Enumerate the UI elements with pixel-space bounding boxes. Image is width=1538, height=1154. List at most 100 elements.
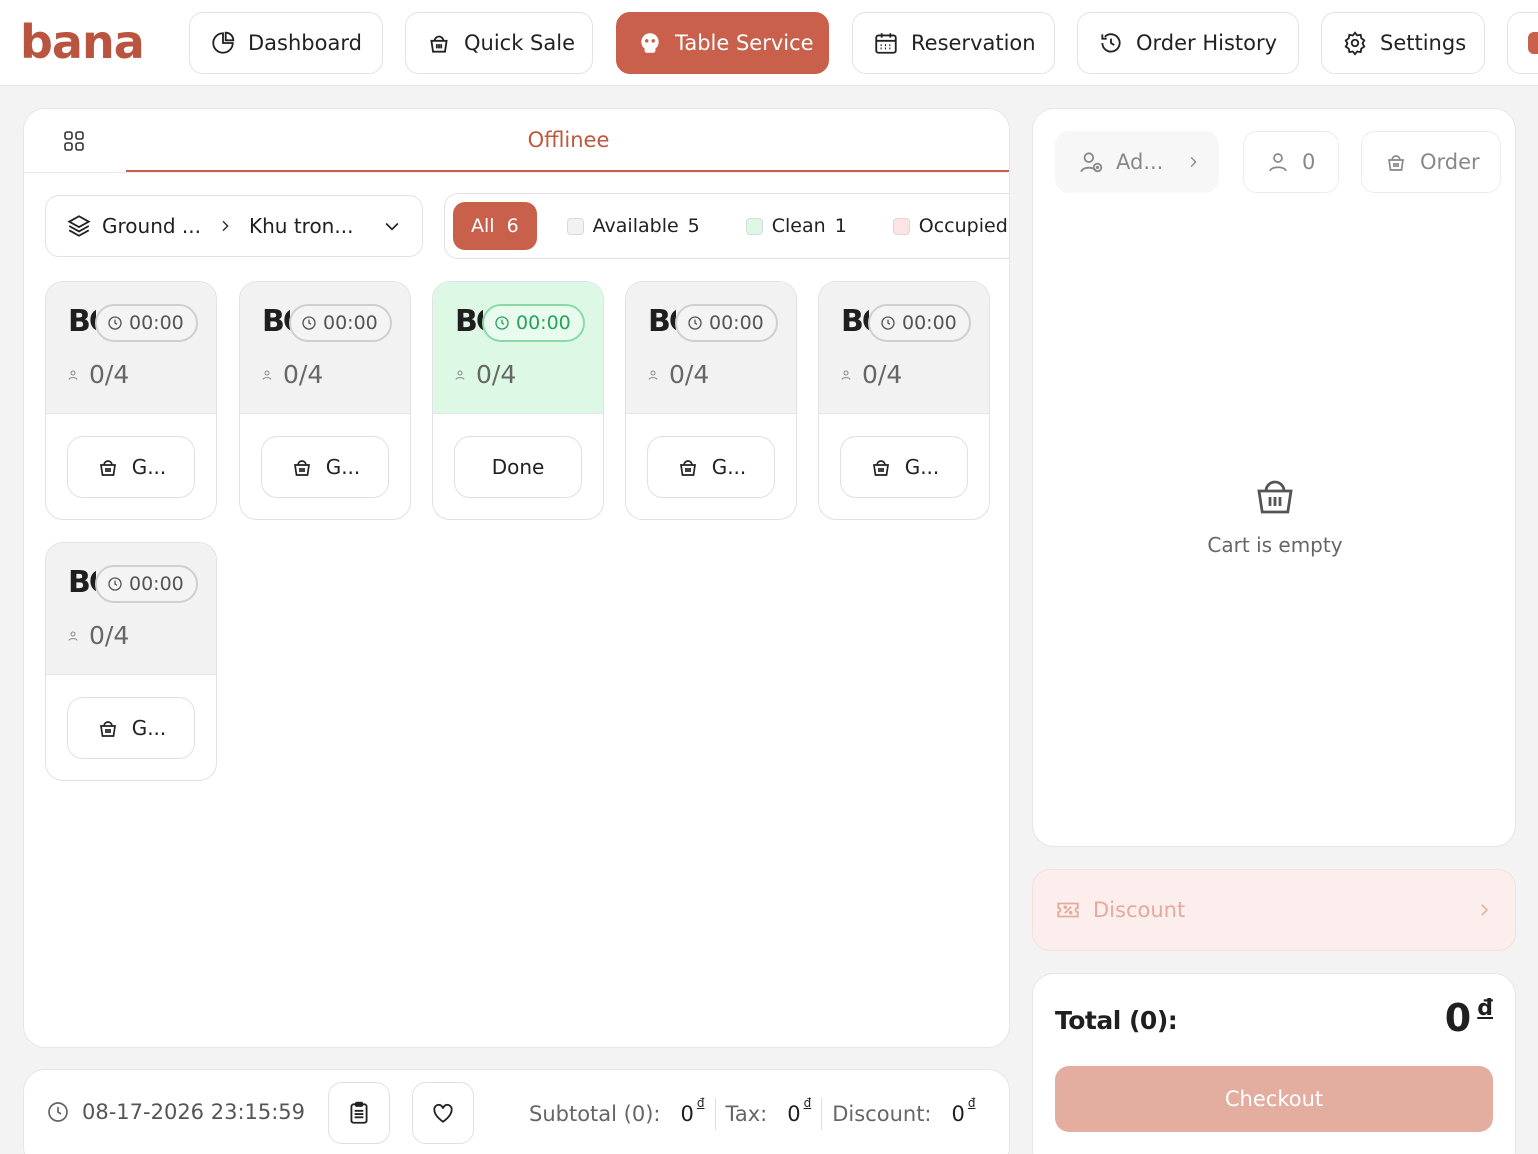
divider [714,1098,716,1130]
occupied-swatch [892,217,910,235]
basket-icon [290,455,314,479]
clock-icon [107,315,123,331]
table-action-button[interactable]: G... [261,436,389,498]
tax-amount: 0 [787,1102,801,1126]
nav-settings[interactable]: Settings [1321,12,1485,74]
table-card[interactable]: BC 00:00 0/4 G... [45,281,217,520]
chevron-right-icon [1185,154,1201,170]
chevron-right-icon [1475,901,1493,919]
coupon-icon [1055,897,1081,923]
subtotal-value: 0đ [680,1096,705,1126]
table-action-label: G... [711,455,747,479]
history-icon [1098,30,1124,56]
summary-bar: 08-17-2026 23:15:59 Subtotal (0): 0đ Tax… [23,1069,1010,1154]
add-customer-button[interactable]: Ad... [1055,131,1219,193]
currency-symbol: đ [1477,996,1493,1021]
person-icon [454,369,466,381]
basket-icon [1384,150,1408,174]
table-timer: 00:00 [289,304,392,342]
nav-settings-label: Settings [1380,31,1467,55]
guest-count-button[interactable]: 0 [1243,131,1339,193]
cart-empty-state: Cart is empty [1033,471,1515,557]
guest-count: 0/4 [283,360,324,389]
clock-icon [494,315,510,331]
floor-tab-bar: Offlinee [24,109,1009,173]
table-name: BC [68,304,96,339]
table-guests: 0/4 [454,360,516,389]
subtotal-amount: 0 [680,1102,694,1126]
table-action-button[interactable]: G... [647,436,775,498]
chevron-right-icon [217,218,233,234]
filter-available[interactable]: Available 5 [566,215,700,237]
table-card[interactable]: BC 00:00 0/4 G... [818,281,990,520]
filter-clean[interactable]: Clean 1 [745,215,847,237]
table-card-header: BC 00:00 0/4 [433,282,603,414]
table-card-header: BC 00:00 0/4 [819,282,989,414]
current-datetime: 08-17-2026 23:15:59 [46,1100,305,1124]
table-service-icon [637,30,663,56]
table-action-button[interactable]: G... [67,436,195,498]
timer-value: 00:00 [323,312,378,334]
basket-icon [96,455,120,479]
brand-logo[interactable]: bana [20,18,145,66]
guest-count: 0/4 [862,360,903,389]
timer-value: 00:00 [902,312,957,334]
nav-more-clipped[interactable] [1507,12,1538,74]
area-selector[interactable]: Ground ... Khu tron... [45,195,423,257]
table-card-header: BC 00:00 0/4 [626,282,796,414]
grid-view-icon[interactable] [62,129,86,153]
table-done-button[interactable]: Done [454,436,582,498]
layers-icon [66,213,92,239]
gear-icon [1342,30,1368,56]
filter-clean-label: Clean [771,215,826,237]
nav-table-service[interactable]: Table Service [616,12,829,74]
filter-occupied[interactable]: Occupied 0 [892,215,1009,237]
tax-value: 0đ [787,1096,811,1126]
order-type-button[interactable]: Order [1361,131,1501,193]
discount-button[interactable]: Discount [1032,869,1516,951]
table-guests: 0/4 [261,360,323,389]
nav-dashboard[interactable]: Dashboard [189,12,383,74]
basket-icon [676,455,700,479]
nav-order-history[interactable]: Order History [1077,12,1299,74]
favorite-button[interactable] [412,1082,474,1144]
table-timer: 00:00 [95,565,198,603]
clipboard-icon [346,1100,372,1126]
table-action-label: G... [131,716,167,740]
order-list-button[interactable] [328,1082,390,1144]
table-action-button[interactable]: G... [67,697,195,759]
table-card[interactable]: BC 00:00 0/4 G... [239,281,411,520]
currency-symbol: đ [967,1096,976,1110]
order-sums: Subtotal (0): 0đ Tax: 0đ Discount: 0đ [529,1096,976,1130]
nav-quick-sale[interactable]: Quick Sale [405,12,593,74]
total-label: Total (0): [1055,1006,1178,1035]
total-value: 0đ [1445,996,1493,1040]
guest-count: 0/4 [89,360,130,389]
checkout-button[interactable]: Checkout [1055,1066,1493,1132]
status-filter-bar: All 6 Available 5 Clean 1 Occupied 0 [444,193,1009,259]
currency-symbol: đ [803,1096,812,1110]
table-card-header: BC 00:00 0/4 [46,543,216,675]
add-customer-label: Ad... [1116,150,1164,174]
divider [821,1098,823,1130]
tab-offline[interactable]: Offlinee [126,109,1009,172]
timer-value: 00:00 [709,312,764,334]
filter-all[interactable]: All 6 [453,202,537,250]
table-card-header: BC 00:00 0/4 [240,282,410,414]
nav-order-history-label: Order History [1136,31,1278,55]
table-card[interactable]: BC 00:00 0/4 G... [45,542,217,781]
table-card[interactable]: BC 00:00 0/4 Done [432,281,604,520]
person-icon [67,369,79,381]
datetime-value: 08-17-2026 23:15:59 [82,1100,306,1124]
table-card[interactable]: BC 00:00 0/4 G... [625,281,797,520]
table-action-button[interactable]: G... [840,436,968,498]
nav-overflow-icon [1528,32,1538,54]
person-icon [1266,150,1290,174]
zone-name: Khu tron... [249,214,354,238]
table-guests: 0/4 [67,360,129,389]
nav-reservation[interactable]: Reservation [852,12,1055,74]
clock-icon [301,315,317,331]
guest-count: 0/4 [476,360,517,389]
filter-occupied-label: Occupied [918,215,1008,237]
order-type-label: Order [1420,150,1480,174]
